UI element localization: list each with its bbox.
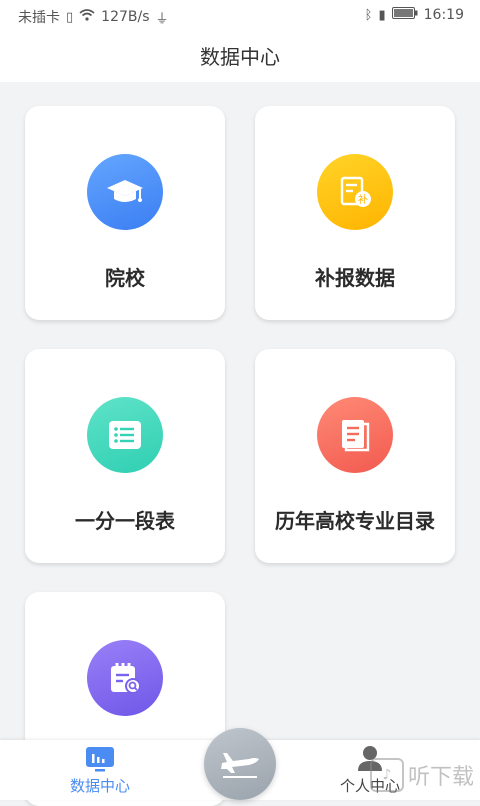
bluetooth-icon: ᛒ: [364, 7, 373, 23]
status-bar: 未插卡 ▯ 127B/s ⏚ ᛒ ▮ 16:19: [0, 0, 480, 32]
network-speed: 127B/s: [101, 9, 150, 25]
sim-icon: ▯: [66, 9, 74, 25]
page-title: 数据中心: [0, 32, 480, 82]
wifi-icon: [79, 9, 95, 25]
card-historical-majors-catalog[interactable]: 历年高校专业目录: [255, 349, 455, 563]
bar-chart-icon: [86, 747, 114, 772]
watermark: ♪ 听下载: [369, 758, 474, 792]
calendar-search-icon: [87, 640, 163, 716]
card-label: 补报数据: [315, 266, 395, 290]
center-action-button[interactable]: [204, 728, 276, 800]
supplement-document-icon: 补: [317, 154, 393, 230]
svg-text:补: 补: [358, 193, 368, 206]
usb-icon: ⏚: [155, 11, 169, 27]
card-label: 历年高校专业目录: [275, 509, 435, 533]
card-score-ranking-table[interactable]: 一分一段表: [25, 349, 225, 563]
clock: 16:19: [423, 7, 464, 23]
nav-label: 数据中心: [69, 777, 130, 795]
watermark-text: 听下载: [407, 765, 474, 790]
airplane-icon: [221, 753, 259, 778]
card-colleges[interactable]: 院校: [25, 106, 225, 320]
card-label: 一分一段表: [75, 509, 175, 533]
list-icon: [87, 397, 163, 473]
card-supplementary-data[interactable]: 补 补报数据: [255, 106, 455, 320]
nav-data-center[interactable]: 数据中心: [40, 740, 160, 800]
carrier-text: 未插卡: [18, 10, 60, 26]
graduation-cap-icon: [87, 154, 163, 230]
battery-icon: [391, 7, 418, 23]
watermark-logo-icon: ♪: [369, 758, 404, 792]
book-icon: [317, 397, 393, 473]
vibrate-icon: ▮: [378, 7, 386, 23]
card-label: 院校: [105, 266, 145, 290]
